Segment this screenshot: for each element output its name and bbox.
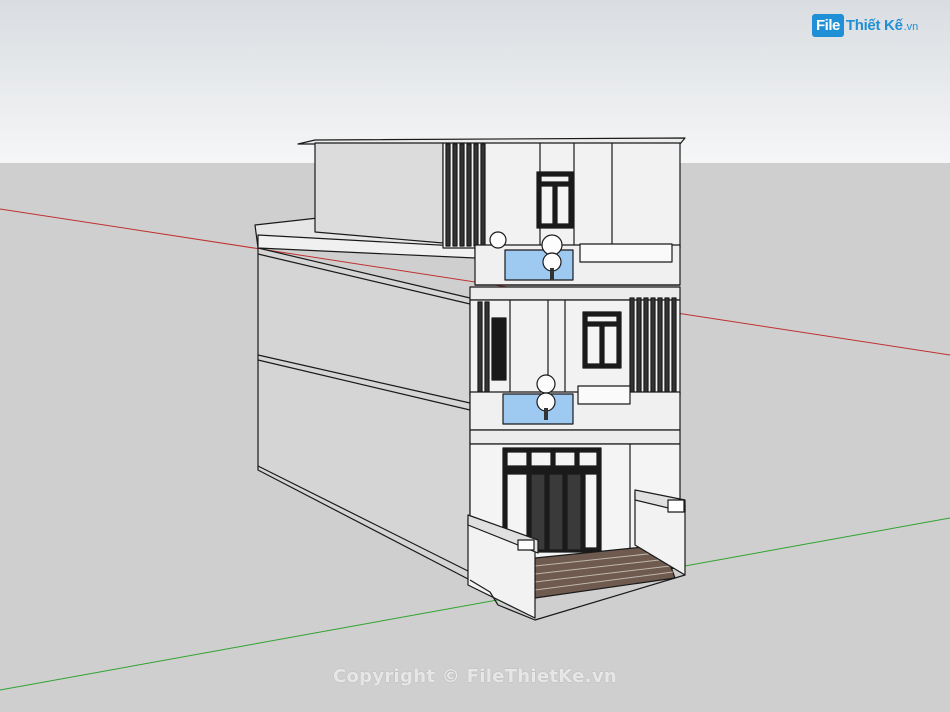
top-planter (579, 243, 673, 263)
logo-name: Thiết Kế (845, 16, 903, 34)
mid-planter (577, 385, 631, 405)
ground-canopy (469, 429, 681, 445)
sketchup-viewport[interactable]: File Thiết Kế .vn Copyright © FileThietK… (0, 0, 950, 712)
mid-fins-right (629, 297, 677, 395)
mid-balcony-slab (469, 391, 681, 431)
copyright-watermark: Copyright © FileThietKe.vn (332, 666, 618, 687)
3d-model-scene[interactable] (0, 0, 950, 712)
top-balcony-glass (504, 249, 574, 281)
top-floor-side (314, 142, 444, 244)
logo-suffix: .vn (903, 21, 919, 33)
mid-left-door (491, 317, 507, 381)
logo-badge: File (812, 13, 844, 37)
site-logo[interactable]: File Thiết Kế .vn (812, 10, 918, 40)
